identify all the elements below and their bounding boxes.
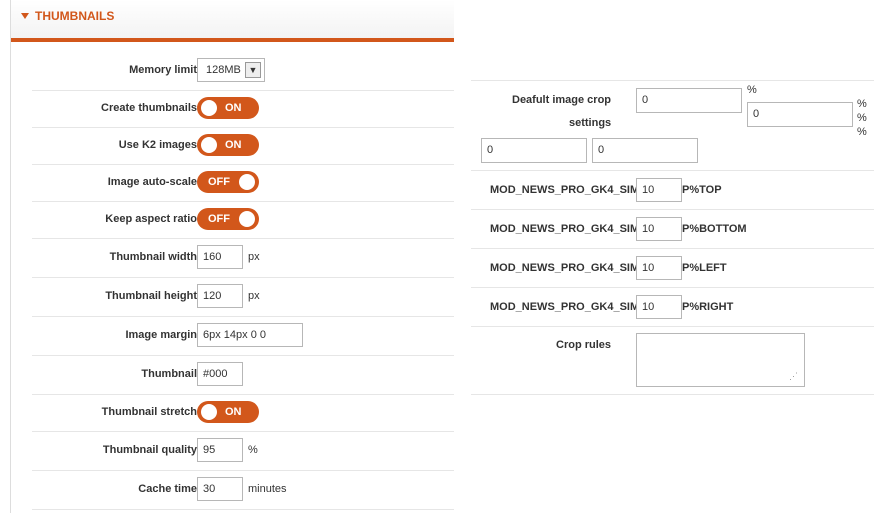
crop-left-input[interactable]: 0: [481, 138, 587, 163]
section-header[interactable]: THUMBNAILS: [11, 0, 454, 42]
crop-bottom-value-input[interactable]: 10: [636, 217, 682, 241]
row-image-margin: Image margin 6px 14px 0 0: [32, 316, 454, 356]
row-thumb-quality: Thumbnail quality 95%: [32, 431, 454, 471]
thumb-stretch-label: Thumbnail stretch: [101, 406, 197, 418]
image-margin-input[interactable]: 6px 14px 0 0: [197, 323, 303, 347]
crop-bottom-input[interactable]: 0: [747, 102, 853, 127]
row-thumb-stretch: Thumbnail stretch ON: [32, 394, 454, 432]
crop-top-suffix: P%TOP: [682, 184, 722, 196]
row-crop-right: MOD_NEWS_PRO_GK4_SIMPLE_CROP 10 P%RIGHT: [471, 287, 874, 327]
auto-scale-toggle[interactable]: OFF: [197, 171, 259, 193]
unit-label: px: [248, 290, 260, 302]
use-k2-label: Use K2 images: [118, 139, 197, 151]
percent-label: %: [857, 126, 867, 138]
memory-limit-value: 128MB: [206, 64, 241, 76]
percent-label: %: [857, 112, 867, 124]
keep-aspect-toggle[interactable]: OFF: [197, 208, 259, 230]
toggle-knob-icon: [201, 100, 217, 116]
crop-rules-textarea[interactable]: [636, 333, 805, 387]
row-crop-top: MOD_NEWS_PRO_GK4_SIMPLE_CROP 10 P%TOP: [471, 170, 874, 210]
row-cache-time: Cache time 30 minutes: [32, 470, 454, 510]
crop-left-value-input[interactable]: 10: [636, 256, 682, 280]
toggle-knob-icon: [239, 211, 255, 227]
crop-left-suffix: P%LEFT: [682, 262, 727, 274]
toggle-knob-icon: [201, 137, 217, 153]
percent-label: %: [747, 84, 757, 96]
thumb-width-label: Thumbnail width: [109, 251, 197, 263]
crop-right-value-input[interactable]: 10: [636, 295, 682, 319]
create-thumbnails-label: Create thumbnails: [101, 102, 197, 114]
row-memory-limit: Memory limit 128MB ▼: [32, 52, 454, 91]
toggle-state: ON: [225, 406, 242, 418]
row-auto-scale: Image auto-scale OFF: [32, 164, 454, 202]
row-thumb-width: Thumbnail width 160 px: [32, 238, 454, 278]
row-crop-bottom: MOD_NEWS_PRO_GK4_SIMPLE_CROP 10 P%BOTTOM: [471, 209, 874, 249]
row-keep-aspect: Keep aspect ratio OFF: [32, 201, 454, 239]
use-k2-toggle[interactable]: ON: [197, 134, 259, 156]
crop-left-label: MOD_NEWS_PRO_GK4_SIMPLE_CROP: [490, 262, 637, 274]
crop-bottom-suffix: P%BOTTOM: [682, 223, 747, 235]
unit-label: %: [248, 444, 258, 456]
unit-label: px: [248, 251, 260, 263]
thumb-stretch-toggle[interactable]: ON: [197, 401, 259, 423]
unit-label: minutes: [248, 483, 287, 495]
percent-label: %: [857, 98, 867, 110]
thumb-height-input[interactable]: 120: [197, 284, 243, 308]
create-thumbnails-toggle[interactable]: ON: [197, 97, 259, 119]
row-crop-left: MOD_NEWS_PRO_GK4_SIMPLE_CROP 10 P%LEFT: [471, 248, 874, 288]
crop-top-input[interactable]: 0: [636, 88, 742, 113]
row-crop-rules: Crop rules ⋰: [471, 326, 874, 395]
row-thumbnail: Thumbnail #000: [32, 355, 454, 395]
toggle-knob-icon: [201, 404, 217, 420]
cache-time-label: Cache time: [138, 483, 197, 495]
section-title: THUMBNAILS: [35, 9, 115, 23]
crop-top-value-input[interactable]: 10: [636, 178, 682, 202]
cache-time-input[interactable]: 30: [197, 477, 243, 501]
thumb-quality-label: Thumbnail quality: [102, 444, 197, 456]
row-thumb-height: Thumbnail height 120 px: [32, 277, 454, 317]
thumbnails-panel: THUMBNAILS Memory limit 128MB ▼ Create t…: [10, 0, 454, 513]
toggle-state: OFF: [208, 213, 230, 225]
toggle-knob-icon: [239, 174, 255, 190]
memory-limit-label: Memory limit: [129, 64, 197, 76]
thumbnail-color-input[interactable]: #000: [197, 362, 243, 386]
image-margin-label: Image margin: [125, 329, 197, 341]
thumb-quality-input[interactable]: 95: [197, 438, 243, 462]
crop-right-suffix: P%RIGHT: [682, 301, 734, 313]
collapse-triangle-icon[interactable]: [21, 13, 29, 19]
row-use-k2: Use K2 images ON: [32, 127, 454, 165]
crop-top-label: MOD_NEWS_PRO_GK4_SIMPLE_CROP: [490, 184, 637, 196]
toggle-state: OFF: [208, 176, 230, 188]
auto-scale-label: Image auto-scale: [107, 176, 197, 188]
memory-limit-select[interactable]: 128MB ▼: [197, 58, 265, 82]
thumb-height-label: Thumbnail height: [105, 290, 197, 302]
thumbnail-label: Thumbnail: [141, 368, 197, 380]
row-create-thumbnails: Create thumbnails ON: [32, 90, 454, 128]
resize-handle-icon[interactable]: ⋰: [789, 371, 798, 382]
crop-rules-label: Crop rules: [556, 339, 612, 351]
crop-bottom-label: MOD_NEWS_PRO_GK4_SIMPLE_CROP: [490, 223, 637, 235]
crop-label-line1: Deafult image crop: [512, 94, 612, 106]
keep-aspect-label: Keep aspect ratio: [105, 213, 197, 225]
crop-right-label: MOD_NEWS_PRO_GK4_SIMPLE_CROP: [490, 301, 637, 313]
toggle-state: ON: [225, 102, 242, 114]
row-default-crop: Deafult image crop settings 0 % 0 % % % …: [471, 80, 874, 171]
thumb-width-input[interactable]: 160: [197, 245, 243, 269]
chevron-down-icon[interactable]: ▼: [245, 62, 261, 78]
crop-right-input[interactable]: 0: [592, 138, 698, 163]
toggle-state: ON: [225, 139, 242, 151]
crop-label-line2: settings: [569, 117, 612, 129]
